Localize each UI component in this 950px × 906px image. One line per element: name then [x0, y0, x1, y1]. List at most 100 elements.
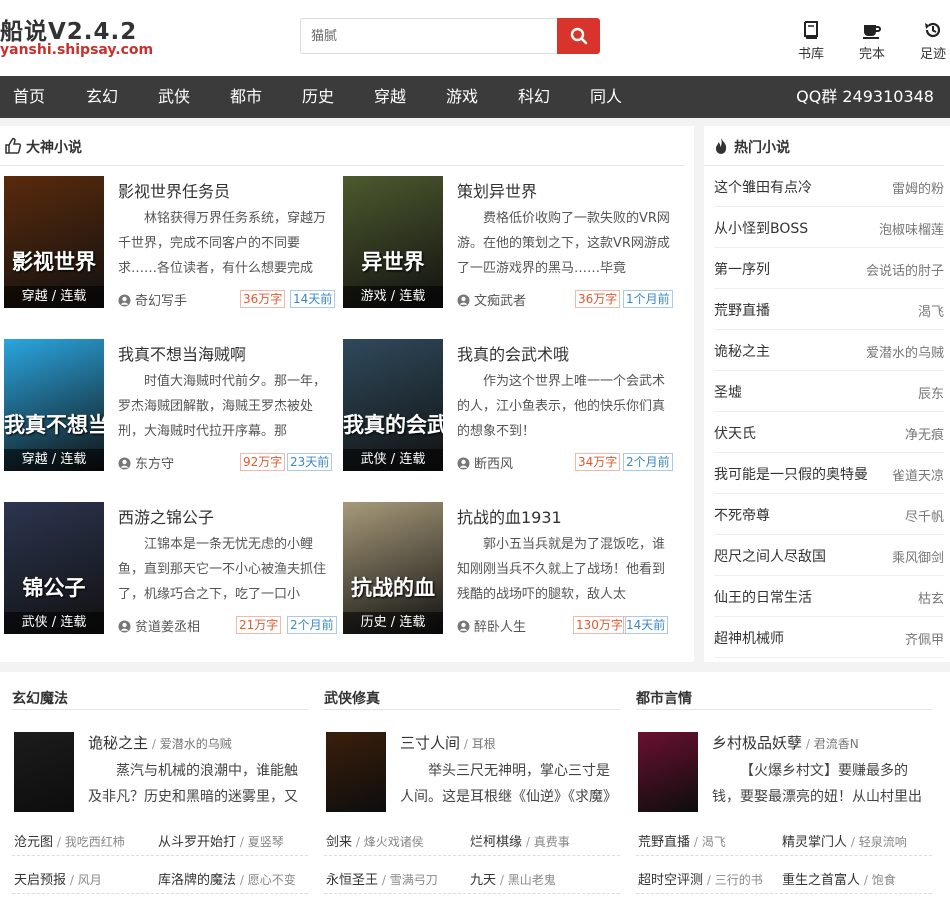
- category-book-author[interactable]: 愿心不变: [248, 873, 296, 887]
- category-title[interactable]: 武侠修真: [324, 688, 380, 708]
- hot-list-item[interactable]: 第一序列 会说话的肘子: [714, 248, 944, 289]
- category-list-item[interactable]: 剑来 / 烽火戏诸侯: [326, 831, 424, 850]
- hot-book-title[interactable]: 圣墟: [714, 382, 742, 402]
- category-book-author[interactable]: 真费事: [534, 835, 570, 849]
- category-book-title[interactable]: 从斗罗开始打: [158, 835, 236, 850]
- category-top-author[interactable]: 君流香N: [814, 737, 859, 751]
- book-author[interactable]: 断西风: [457, 453, 513, 472]
- hot-book-author[interactable]: 净无痕: [905, 424, 944, 443]
- category-list-item[interactable]: 超时空评测 / 三行的书: [638, 869, 763, 888]
- hot-book-title[interactable]: 荒野直播: [714, 300, 770, 320]
- hot-book-title[interactable]: 我可能是一只假的奥特曼: [714, 464, 868, 484]
- hot-book-title[interactable]: 不死帝尊: [714, 505, 770, 525]
- category-top-cover[interactable]: [326, 732, 386, 812]
- hot-book-title[interactable]: 仙王的日常生活: [714, 587, 812, 607]
- category-top-cover[interactable]: [14, 732, 74, 812]
- book-cover[interactable]: 我真不想当 穿越 / 连载: [4, 339, 104, 471]
- category-top-title[interactable]: 三寸人间 / 耳根: [400, 732, 496, 753]
- book-cover[interactable]: 我真的会武术武侠 / 连载: [343, 339, 443, 471]
- category-top-book[interactable]: 乡村极品妖孽: [712, 734, 802, 752]
- category-book-author[interactable]: 黑山老鬼: [508, 873, 556, 887]
- category-book-author[interactable]: 渴飞: [702, 835, 726, 849]
- nav-item-youxi[interactable]: 游戏: [446, 76, 478, 118]
- book-cover[interactable]: 锦公子 武侠 / 连载: [4, 502, 104, 634]
- category-list-item[interactable]: 精灵掌门人 / 轻泉流响: [782, 831, 907, 850]
- category-list-item[interactable]: 九天 / 黑山老鬼: [470, 869, 556, 888]
- category-top-cover[interactable]: [638, 732, 698, 812]
- book-cover[interactable]: 抗战的血 历史 / 连载: [343, 502, 443, 634]
- tool-history[interactable]: 足迹: [908, 20, 950, 62]
- hot-book-title[interactable]: 从小怪到BOSS: [714, 218, 808, 238]
- hot-book-title[interactable]: 这个雏田有点冷: [714, 177, 812, 197]
- nav-item-chuanyue[interactable]: 穿越: [374, 76, 406, 118]
- search-button[interactable]: [557, 18, 600, 54]
- category-book-title[interactable]: 沧元图: [14, 835, 53, 850]
- tool-finished[interactable]: 完本: [847, 20, 897, 62]
- hot-book-title[interactable]: 伏天氏: [714, 423, 756, 443]
- category-book-title[interactable]: 烂柯棋缘: [470, 835, 522, 850]
- category-list-item[interactable]: 从斗罗开始打 / 夏竖琴: [158, 831, 284, 850]
- hot-list-item[interactable]: 超神机械师 齐佩甲: [714, 617, 944, 658]
- hot-list-item[interactable]: 我可能是一只假的奥特曼 雀道天凉: [714, 453, 944, 494]
- category-top-title[interactable]: 诡秘之主 / 爱潜水的乌贼: [88, 732, 232, 753]
- nav-item-kehuan[interactable]: 科幻: [518, 76, 550, 118]
- category-list-item[interactable]: 烂柯棋缘 / 真费事: [470, 831, 570, 850]
- category-book-title[interactable]: 剑来: [326, 835, 352, 850]
- category-book-author[interactable]: 夏竖琴: [248, 835, 284, 849]
- nav-item-wuxia[interactable]: 武侠: [158, 76, 190, 118]
- hot-list-item[interactable]: 这个雏田有点冷 雷姆的粉: [714, 166, 944, 207]
- category-book-title[interactable]: 永恒圣王: [326, 873, 378, 888]
- hot-book-author[interactable]: 爱潜水的乌贼: [866, 342, 944, 361]
- book-title[interactable]: 策划异世界: [457, 178, 537, 202]
- site-logo-url[interactable]: yanshi.shipsay.com: [0, 42, 153, 58]
- hot-book-author[interactable]: 泡椒味榴莲: [879, 219, 944, 238]
- hot-list-item[interactable]: 从小怪到BOSS 泡椒味榴莲: [714, 207, 944, 248]
- hot-book-author[interactable]: 雷姆的粉: [892, 178, 944, 197]
- book-author[interactable]: 文痴武者: [457, 290, 526, 309]
- hot-list-item[interactable]: 不死帝尊 尽千帆: [714, 494, 944, 535]
- book-title[interactable]: 我真的会武术哦: [457, 341, 569, 365]
- nav-item-dushi[interactable]: 都市: [230, 76, 262, 118]
- book-title[interactable]: 影视世界任务员: [118, 178, 230, 202]
- category-top-book[interactable]: 三寸人间: [400, 734, 460, 752]
- category-list-item[interactable]: 重生之首富人 / 饱食: [782, 869, 896, 888]
- category-top-title[interactable]: 乡村极品妖孽 / 君流香N: [712, 732, 859, 753]
- category-list-item[interactable]: 库洛牌的魔法 / 愿心不变: [158, 869, 296, 888]
- category-book-title[interactable]: 重生之首富人: [782, 873, 860, 888]
- category-top-book[interactable]: 诡秘之主: [88, 734, 148, 752]
- book-title[interactable]: 西游之锦公子: [118, 504, 214, 528]
- hot-book-author[interactable]: 枯玄: [918, 588, 944, 607]
- nav-item-lishi[interactable]: 历史: [302, 76, 334, 118]
- category-book-title[interactable]: 荒野直播: [638, 835, 690, 850]
- category-book-title[interactable]: 精灵掌门人: [782, 835, 847, 850]
- book-author[interactable]: 贫道姜丞相: [118, 616, 200, 635]
- book-author[interactable]: 醉卧人生: [457, 616, 526, 635]
- category-top-author[interactable]: 爱潜水的乌贼: [160, 737, 232, 751]
- book-title[interactable]: 抗战的血1931: [457, 504, 562, 528]
- book-cover[interactable]: 异世界 游戏 / 连载: [343, 176, 443, 308]
- category-book-author[interactable]: 烽火戏诸侯: [364, 835, 424, 849]
- tool-library[interactable]: 书库: [786, 20, 836, 62]
- category-list-item[interactable]: 天启预报 / 风月: [14, 869, 102, 888]
- hot-book-author[interactable]: 雀道天凉: [892, 465, 944, 484]
- category-book-title[interactable]: 超时空评测: [638, 873, 703, 888]
- hot-book-title[interactable]: 咫尺之间人尽敌国: [714, 546, 826, 566]
- book-author[interactable]: 东方守: [118, 453, 174, 472]
- category-book-author[interactable]: 饱食: [872, 873, 896, 887]
- category-title[interactable]: 玄幻魔法: [12, 688, 68, 708]
- hot-book-author[interactable]: 齐佩甲: [905, 629, 944, 648]
- nav-item-tongren[interactable]: 同人: [590, 76, 622, 118]
- category-top-author[interactable]: 耳根: [472, 737, 496, 751]
- nav-item-xuanhuan[interactable]: 玄幻: [86, 76, 118, 118]
- nav-item-home[interactable]: 首页: [13, 76, 45, 118]
- category-list-item[interactable]: 永恒圣王 / 雪满弓刀: [326, 869, 438, 888]
- site-logo-title[interactable]: 船说V2.4.2: [0, 12, 137, 46]
- hot-list-item[interactable]: 仙王的日常生活 枯玄: [714, 576, 944, 617]
- hot-list-item[interactable]: 圣墟 辰东: [714, 371, 944, 412]
- hot-book-author[interactable]: 乘风御剑: [892, 547, 944, 566]
- search-input[interactable]: [300, 18, 558, 54]
- category-book-title[interactable]: 九天: [470, 873, 496, 888]
- category-book-title[interactable]: 天启预报: [14, 873, 66, 888]
- category-book-author[interactable]: 风月: [78, 873, 102, 887]
- hot-list-item[interactable]: 荒野直播 渴飞: [714, 289, 944, 330]
